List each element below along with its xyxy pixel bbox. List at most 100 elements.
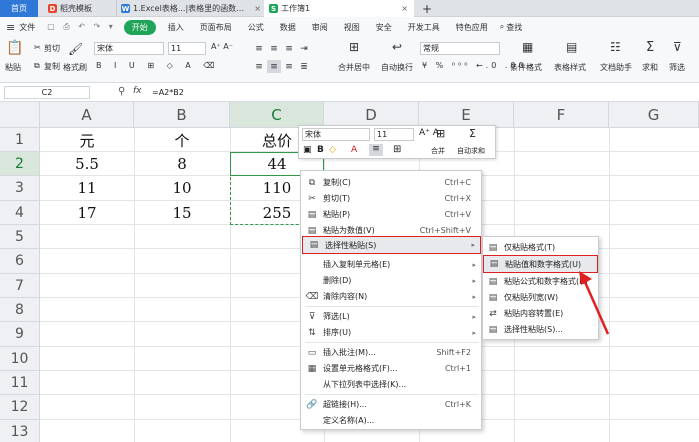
menu-hyperlink[interactable]: 🔗 超链接(H)... Ctrl+K (301, 396, 481, 413)
merge-icon[interactable]: ⊞ (436, 127, 445, 140)
bold-button[interactable]: B (317, 145, 324, 155)
auto-wrap-icon[interactable]: ↩ (392, 40, 402, 54)
menu-sort[interactable]: ⇅ 排序(U) ▸ (301, 324, 481, 341)
cell-a1[interactable]: 元 (40, 129, 134, 151)
col-header-f[interactable]: F (514, 102, 609, 128)
row-header-11[interactable]: 11 (0, 371, 40, 395)
cut-button[interactable]: 剪切 (44, 43, 60, 54)
paste-button[interactable]: 粘贴 (5, 62, 21, 73)
col-header-b[interactable]: B (134, 102, 230, 128)
align-center-icon[interactable]: ≡ (369, 144, 383, 156)
menu-view[interactable]: 视图 (336, 22, 368, 33)
tab-template[interactable]: D 稻壳模板 (44, 0, 112, 17)
indent-icon[interactable]: ⇥ (297, 42, 311, 55)
cell-a4[interactable]: 17 (40, 202, 134, 224)
fill-color-icon[interactable]: ◇ (329, 145, 336, 155)
align-bottom-icon[interactable]: ≡ (282, 42, 296, 55)
menu-copy[interactable]: ⧉ 复制(C) Ctrl+C (301, 174, 481, 191)
align-center-icon[interactable]: ≡ (267, 60, 281, 73)
tab-home[interactable]: 首页 (0, 0, 38, 17)
row-header-13[interactable]: 13 (0, 420, 40, 442)
cell-b2[interactable]: 8 (134, 153, 230, 175)
menu-paste[interactable]: ▤ 粘贴(P) Ctrl+V (301, 206, 481, 223)
merge-center-button[interactable]: 合并居中 (338, 62, 370, 73)
name-box[interactable]: C2 (4, 86, 90, 99)
row-header-9[interactable]: 9 (0, 322, 40, 347)
cell-b4[interactable]: 15 (134, 202, 230, 224)
row-header-6[interactable]: 6 (0, 249, 40, 274)
mini-auto-sum-button[interactable]: 自动求和 (457, 146, 485, 156)
copy-icon[interactable]: ⧉ (34, 61, 40, 71)
merge-center-icon[interactable]: ⊞ (349, 40, 359, 54)
row-header-1[interactable]: 1 (0, 128, 40, 152)
font-size-select[interactable]: 11 (168, 42, 206, 55)
cond-format-icon[interactable]: ▦ (522, 40, 533, 54)
menu-filter[interactable]: ⊽ 筛选(L) ▸ (301, 308, 481, 325)
menu-formula[interactable]: 公式 (240, 22, 272, 33)
close-icon[interactable]: × (401, 4, 408, 13)
sum-icon[interactable]: Σ (469, 127, 476, 140)
cond-format-button[interactable]: 条件格式 (510, 62, 542, 73)
menu-review[interactable]: 审阅 (304, 22, 336, 33)
row-header-3[interactable]: 3 (0, 176, 40, 201)
mini-merge-button[interactable]: 合并 (431, 146, 445, 156)
menu-delete[interactable]: 删除(D) ▸ (301, 272, 481, 289)
menu-cut[interactable]: ✂ 剪切(T) Ctrl+X (301, 190, 481, 207)
search-icon[interactable]: ⌕ (496, 22, 504, 32)
menu-special[interactable]: 特色应用 (448, 22, 496, 33)
tab-workbook[interactable]: S 工作簿1 × (264, 0, 414, 17)
menu-start[interactable]: 开始 (123, 19, 156, 35)
new-tab-button[interactable]: + (420, 0, 434, 17)
menu-insert-comment[interactable]: ▭ 插入批注(M)... Shift+F2 (301, 344, 481, 361)
menu-define-name[interactable]: 定义名称(A)... (301, 412, 481, 429)
number-format-select[interactable]: 常规 (420, 42, 500, 55)
tab-document[interactable]: W 1.Excel表格...|表格里的函数公式 × (116, 0, 261, 17)
row-header-5[interactable]: 5 (0, 225, 40, 249)
cell-a2[interactable]: 5.5 (40, 153, 134, 175)
row-header-8[interactable]: 8 (0, 298, 40, 322)
close-icon[interactable]: × (254, 4, 261, 13)
mini-font-size[interactable]: 11 (374, 128, 414, 141)
menu-security[interactable]: 安全 (368, 22, 400, 33)
hamburger-icon[interactable]: ≡ (0, 21, 17, 34)
align-top-icon[interactable]: ≡ (252, 42, 266, 55)
table-style-icon[interactable]: ▤ (566, 40, 577, 54)
formula-input[interactable]: =A2*B2 (152, 88, 184, 97)
row-header-10[interactable]: 10 (0, 347, 40, 371)
menu-clear[interactable]: ⌫ 清除内容(N) ▸ (301, 288, 481, 305)
cut-icon[interactable]: ✂ (34, 43, 41, 52)
row-header-2[interactable]: 2 (0, 152, 40, 176)
zoom-icon[interactable]: ⚲ (118, 86, 125, 97)
font-name-select[interactable]: 宋体 (94, 42, 164, 55)
font-grow-icon[interactable]: A⁺ A⁻ (211, 42, 233, 51)
row-header-12[interactable]: 12 (0, 395, 40, 420)
justify-icon[interactable]: ≣ (297, 60, 311, 73)
filter-button[interactable]: 筛选 (669, 62, 685, 73)
cell-a3[interactable]: 11 (40, 177, 134, 199)
font-color-icon[interactable]: A (351, 145, 357, 155)
select-all-corner[interactable] (0, 102, 40, 128)
menu-data[interactable]: 数据 (272, 22, 304, 33)
sum-button[interactable]: 求和 (642, 62, 658, 73)
menu-format-cells[interactable]: ▦ 设置单元格格式(F)... Ctrl+1 (301, 360, 481, 377)
cell-b3[interactable]: 10 (134, 177, 230, 199)
format-painter-button[interactable]: 格式刷 (63, 62, 87, 73)
col-header-a[interactable]: A (40, 102, 134, 128)
doc-helper-button[interactable]: 文档助手 (600, 62, 632, 73)
format-painter-icon[interactable]: 🖌 (68, 42, 83, 56)
menu-paste-special[interactable]: ▤ 选择性粘贴(S) ▸ (302, 236, 481, 254)
align-left-icon[interactable]: ≡ (252, 60, 266, 73)
align-right-icon[interactable]: ≡ (282, 60, 296, 73)
align-middle-icon[interactable]: ≡ (267, 42, 281, 55)
format-painter-icon[interactable]: ▣ (303, 145, 312, 155)
auto-wrap-button[interactable]: 自动换行 (381, 62, 413, 73)
cell-b1[interactable]: 个 (134, 129, 230, 151)
table-style-button[interactable]: 表格样式 (554, 62, 586, 73)
copy-button[interactable]: 复制 (44, 61, 60, 72)
sum-icon[interactable]: Σ (646, 40, 654, 55)
menu-dev-tools[interactable]: 开发工具 (400, 22, 448, 33)
menu-search[interactable]: 查找 (504, 22, 530, 33)
paste-icon[interactable]: 📋 (6, 40, 23, 56)
menu-insert-copied[interactable]: 插入复制单元格(E) ▸ (301, 256, 481, 273)
menu-page-layout[interactable]: 页面布局 (192, 22, 240, 33)
